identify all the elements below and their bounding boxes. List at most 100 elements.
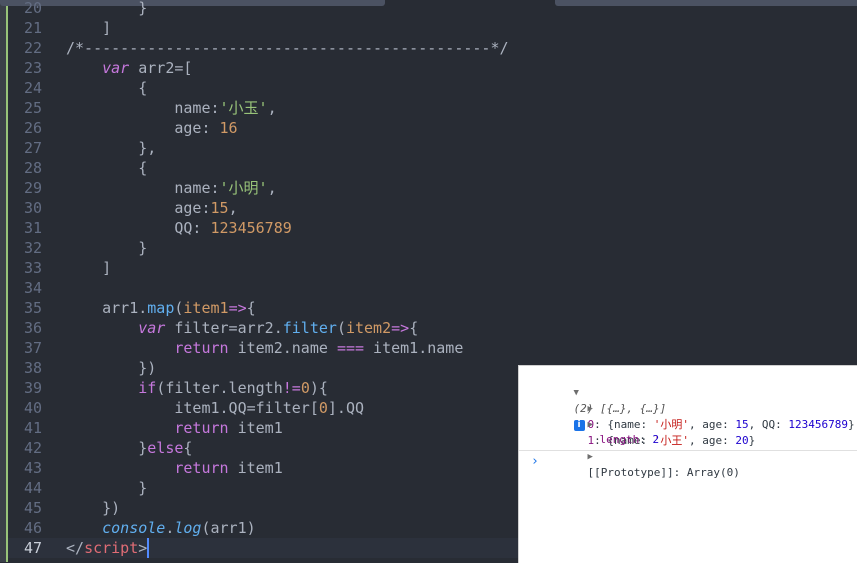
code-line[interactable]: 27 },: [8, 138, 857, 158]
line-number: 35: [23, 299, 42, 317]
code-token: name:: [66, 179, 220, 197]
line-number: 40: [23, 399, 42, 417]
code-token: }: [66, 479, 148, 497]
code-text[interactable]: }else{: [66, 438, 192, 458]
code-text[interactable]: var arr2=[: [66, 58, 192, 78]
code-token: ]: [66, 19, 112, 37]
code-text[interactable]: name:'小明',: [66, 178, 276, 198]
code-line[interactable]: 29 name:'小明',: [8, 178, 857, 198]
code-token: else: [147, 439, 184, 457]
console-length-row: length: 2: [599, 433, 660, 446]
code-token: filter=arr2.: [165, 319, 283, 337]
code-token: item2: [345, 319, 392, 337]
code-line[interactable]: 25 name:'小玉',: [8, 98, 857, 118]
code-text[interactable]: ]: [66, 258, 111, 278]
line-number: 30: [23, 199, 42, 217]
code-token: (filter.length: [156, 379, 283, 397]
code-line[interactable]: 22 /*------------------------------------…: [8, 38, 857, 58]
code-text[interactable]: </script>: [66, 538, 150, 558]
code-token: {: [66, 159, 148, 177]
code-token: item1: [183, 299, 229, 317]
code-token: ===: [336, 339, 365, 357]
line-number: 45: [23, 499, 42, 517]
code-text[interactable]: }: [66, 478, 147, 498]
text-cursor: [147, 538, 150, 558]
code-text[interactable]: ]: [66, 18, 111, 38]
code-token: map: [147, 299, 175, 317]
code-line[interactable]: 24 {: [8, 78, 857, 98]
code-line[interactable]: 31 QQ: 123456789: [8, 218, 857, 238]
console-array-summary[interactable]: ▼ (2) [{…}, {…}] i: [547, 368, 666, 431]
line-number: 26: [23, 119, 42, 137]
code-token: {: [183, 439, 193, 457]
code-token: '小玉': [219, 99, 268, 117]
code-line[interactable]: 37 return item2.name === item1.name: [8, 338, 857, 358]
code-token: =>: [391, 319, 410, 337]
code-text[interactable]: var filter=arr2.filter(item2=>{: [66, 318, 418, 338]
code-line[interactable]: 23 var arr2=[: [8, 58, 857, 78]
code-token: '小明': [219, 179, 268, 197]
line-number: 46: [23, 519, 42, 537]
console-prompt-icon[interactable]: ›: [531, 454, 539, 469]
code-text[interactable]: }): [66, 358, 156, 378]
code-token: !=: [282, 379, 301, 397]
code-text[interactable]: {: [66, 78, 147, 98]
code-line[interactable]: 26 age: 16: [8, 118, 857, 138]
code-text[interactable]: /*--------------------------------------…: [66, 38, 509, 58]
code-text[interactable]: if(filter.length!=0){: [66, 378, 328, 398]
code-line[interactable]: 30 age:15,: [8, 198, 857, 218]
code-token: item1.QQ=filter[: [66, 399, 319, 417]
line-number: 31: [23, 219, 42, 237]
code-text[interactable]: QQ: 123456789: [66, 218, 291, 238]
code-text[interactable]: }: [66, 0, 147, 18]
line-number: 23: [23, 59, 42, 77]
code-line[interactable]: 21 ]: [8, 18, 857, 38]
console-item-0[interactable]: ▶ 0: {name: '小明', age: 15, QQ: 123456789…: [561, 384, 855, 431]
code-line[interactable]: 32 }: [8, 238, 857, 258]
code-text[interactable]: arr1.map(item1=>{: [66, 298, 256, 318]
line-number: 36: [23, 319, 42, 337]
code-line[interactable]: 35 arr1.map(item1=>{: [8, 298, 857, 318]
code-text[interactable]: item1.QQ=filter[0].QQ: [66, 398, 364, 418]
code-text[interactable]: },: [66, 138, 156, 158]
code-text[interactable]: console.log(arr1): [66, 518, 256, 538]
code-line[interactable]: 33 ]: [8, 258, 857, 278]
code-line[interactable]: 28 {: [8, 158, 857, 178]
code-token: item1: [228, 419, 283, 437]
code-text[interactable]: }: [66, 238, 147, 258]
line-number: 29: [23, 179, 42, 197]
code-text[interactable]: {: [66, 158, 147, 178]
code-line[interactable]: 36 var filter=arr2.filter(item2=>{: [8, 318, 857, 338]
code-token: (arr1): [201, 519, 256, 537]
code-text[interactable]: }): [66, 498, 120, 518]
triangle-right-icon[interactable]: ▶: [588, 452, 593, 462]
code-token: }: [66, 239, 148, 257]
code-token: }: [66, 439, 148, 457]
code-token: item1: [228, 459, 283, 477]
code-text[interactable]: return item1: [66, 458, 283, 478]
console-prototype-row[interactable]: ▶ [[Prototype]]: Array(0): [561, 432, 740, 479]
line-number: 28: [23, 159, 42, 177]
devtools-console[interactable]: ▼ (2) [{…}, {…}] i ▶ 0: {name: '小明', age…: [518, 365, 857, 563]
line-number: 33: [23, 259, 42, 277]
code-token: QQ:: [66, 219, 211, 237]
code-token: ){: [309, 379, 328, 397]
console-item-1[interactable]: ▶ 1: {name: '小王', age: 20}: [561, 400, 756, 447]
code-line[interactable]: 34: [8, 278, 857, 298]
line-number: 37: [23, 339, 42, 357]
code-line[interactable]: 20 }: [8, 0, 857, 18]
code-text[interactable]: return item2.name === item1.name: [66, 338, 463, 358]
code-text[interactable]: age:15,: [66, 198, 237, 218]
code-text[interactable]: return item1: [66, 418, 283, 438]
line-number: 34: [23, 279, 42, 297]
line-number: 21: [23, 19, 42, 37]
code-token: 16: [219, 119, 238, 137]
code-text[interactable]: age: 16: [66, 118, 238, 138]
code-token: ,: [267, 99, 277, 117]
code-token: var: [102, 59, 130, 77]
code-token: item1.name: [364, 339, 464, 357]
code-text[interactable]: name:'小玉',: [66, 98, 277, 118]
